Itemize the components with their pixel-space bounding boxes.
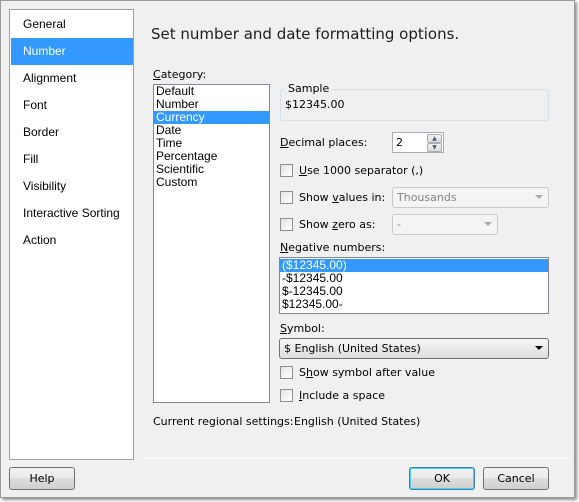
show-symbol-after-checkbox[interactable]: [280, 366, 293, 379]
sample-title: Sample: [285, 82, 333, 95]
use-separator-label[interactable]: Use 1000 separator (,): [299, 164, 423, 177]
sidebar-item-visibility[interactable]: Visibility: [11, 173, 133, 200]
show-values-in-text: alues in:: [338, 191, 386, 204]
sample-value: $12345.00: [285, 98, 345, 111]
help-button[interactable]: Help: [9, 467, 75, 490]
spin-down-button[interactable]: ▼: [427, 143, 442, 152]
negative-item-trailing-minus[interactable]: $12345.00-: [280, 298, 548, 311]
show-zero-as-label[interactable]: Show zero as:: [299, 218, 375, 231]
sidebar-item-fill[interactable]: Fill: [11, 146, 133, 173]
category-label-accel: C: [153, 68, 161, 81]
decimal-places-value[interactable]: 2: [396, 136, 403, 149]
negative-numbers-text: egative numbers:: [288, 241, 386, 254]
show-values-in-value: Thousands: [397, 191, 457, 204]
decimal-places-text: ecimal places:: [288, 136, 368, 149]
show-values-in-select[interactable]: Thousands: [392, 187, 549, 208]
use-separator-accel: U: [299, 164, 308, 177]
sidebar-item-border[interactable]: Border: [11, 119, 133, 146]
regional-settings-value: English (United States): [294, 415, 421, 428]
page-heading: Set number and date formatting options.: [151, 25, 460, 43]
category-listbox[interactable]: Default Number Currency Date Time Percen…: [153, 84, 270, 403]
regional-settings-label: Current regional settings:: [153, 415, 294, 428]
spin-up-button[interactable]: ▲: [427, 134, 442, 143]
show-zero-as-value: -: [397, 218, 401, 231]
show-zero-as-select[interactable]: -: [392, 214, 498, 235]
show-symbol-after-text: ow symbol after value: [312, 366, 435, 379]
show-values-in-checkbox[interactable]: [280, 191, 293, 204]
sidebar-item-action[interactable]: Action: [11, 227, 133, 254]
sidebar-item-font[interactable]: Font: [11, 92, 133, 119]
show-symbol-after-accel: h: [305, 366, 313, 379]
chevron-down-icon: [484, 222, 492, 226]
use-separator-text: se 1000 separator (,): [307, 164, 424, 177]
symbol-accel: S: [280, 322, 287, 335]
negative-numbers-label: Negative numbers:: [280, 241, 385, 254]
sidebar-item-number[interactable]: Number: [11, 38, 133, 65]
symbol-label: Symbol:: [280, 322, 325, 335]
include-space-checkbox[interactable]: [280, 389, 293, 402]
category-label-text: ategory:: [160, 68, 207, 81]
symbol-select[interactable]: $ English (United States): [279, 338, 549, 359]
symbol-value: $ English (United States): [284, 342, 421, 355]
chevron-down-icon: [535, 195, 543, 199]
show-zero-as-checkbox[interactable]: [280, 218, 293, 231]
arrow-down-icon: ▼: [432, 144, 437, 151]
negative-numbers-accel: N: [280, 241, 289, 254]
sidebar-item-alignment[interactable]: Alignment: [11, 65, 133, 92]
show-values-in-pre: Show: [299, 191, 333, 204]
sidebar-nav: General Number Alignment Font Border Fil…: [9, 9, 134, 460]
category-label: Category:: [153, 68, 206, 81]
ok-button[interactable]: OK: [409, 467, 475, 490]
show-zero-as-pre: Show: [299, 218, 333, 231]
arrow-up-icon: ▲: [432, 135, 437, 142]
decimal-places-spinner[interactable]: 2 ▲ ▼: [392, 132, 444, 153]
sidebar-item-interactive-sorting[interactable]: Interactive Sorting: [11, 200, 133, 227]
symbol-text: ymbol:: [286, 322, 325, 335]
category-item-custom[interactable]: Custom: [154, 176, 269, 189]
use-separator-checkbox[interactable]: [280, 164, 293, 177]
include-space-label[interactable]: Include a space: [299, 389, 385, 402]
show-symbol-after-pre: S: [299, 366, 306, 379]
show-values-in-label[interactable]: Show values in:: [299, 191, 385, 204]
number-format-dialog: General Number Alignment Font Border Fil…: [0, 0, 575, 498]
chevron-down-icon: [535, 346, 543, 350]
cancel-button[interactable]: Cancel: [483, 467, 549, 490]
show-symbol-after-label[interactable]: Show symbol after value: [299, 366, 435, 379]
sidebar-item-general[interactable]: General: [11, 11, 133, 38]
negative-numbers-listbox[interactable]: ($12345.00) -$12345.00 $-12345.00 $12345…: [279, 257, 549, 314]
footer-separator: [143, 458, 569, 459]
decimal-places-label: Decimal places:: [280, 136, 367, 149]
show-zero-as-text: ero as:: [337, 218, 376, 231]
include-space-text: nclude a space: [302, 389, 386, 402]
